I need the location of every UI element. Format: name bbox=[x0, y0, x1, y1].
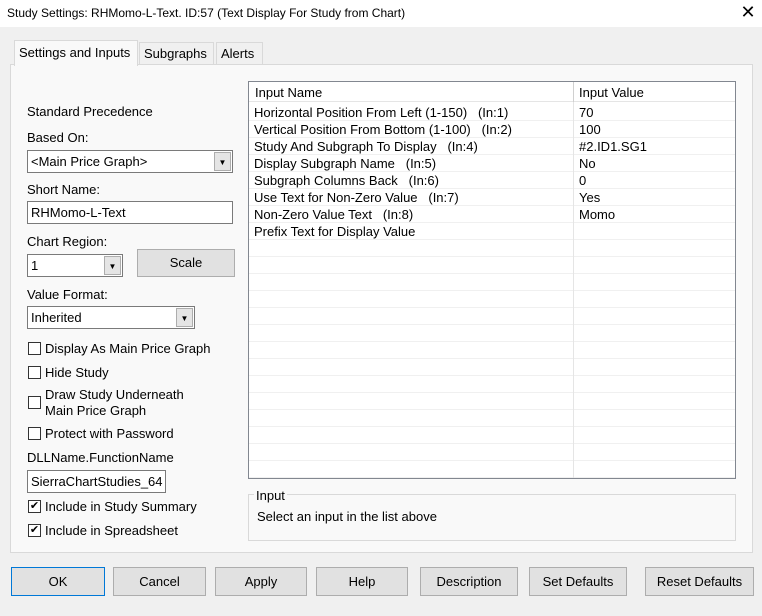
inputs-table[interactable]: Input Name Input Value Horizontal Positi… bbox=[248, 81, 736, 479]
based-on-value: <Main Price Graph> bbox=[31, 154, 148, 169]
chevron-down-icon[interactable]: ▼ bbox=[214, 152, 231, 171]
value-format-label: Value Format: bbox=[27, 287, 108, 302]
tab-alerts[interactable]: Alerts bbox=[216, 42, 263, 65]
draw-study-underneath-checkbox[interactable] bbox=[28, 396, 41, 409]
table-row[interactable]: Subgraph Columns Back (In:6) 0 bbox=[249, 172, 735, 189]
column-header-input-name[interactable]: Input Name bbox=[255, 85, 322, 100]
ok-button[interactable]: OK bbox=[11, 567, 105, 596]
include-in-spreadsheet-label: Include in Spreadsheet bbox=[45, 523, 178, 538]
reset-defaults-button[interactable]: Reset Defaults bbox=[645, 567, 754, 596]
table-row[interactable]: Use Text for Non-Zero Value (In:7) Yes bbox=[249, 189, 735, 206]
draw-study-underneath-label-2: Main Price Graph bbox=[45, 403, 147, 418]
input-name-cell: Subgraph Columns Back (In:6) bbox=[254, 173, 439, 188]
chart-region-select[interactable]: 1 ▼ bbox=[27, 254, 123, 277]
dll-name-label: DLLName.FunctionName bbox=[27, 450, 174, 465]
standard-precedence-label: Standard Precedence bbox=[27, 104, 153, 119]
window-title: Study Settings: RHMomo-L-Text. ID:57 (Te… bbox=[7, 6, 406, 20]
based-on-select[interactable]: <Main Price Graph> ▼ bbox=[27, 150, 233, 173]
input-name-cell: Non-Zero Value Text (In:8) bbox=[254, 207, 414, 222]
chart-region-label: Chart Region: bbox=[27, 234, 108, 249]
table-row[interactable] bbox=[249, 359, 735, 376]
input-name-cell: Study And Subgraph To Display (In:4) bbox=[254, 139, 478, 154]
input-value-cell[interactable]: No bbox=[579, 156, 596, 171]
hide-study-label: Hide Study bbox=[45, 365, 109, 380]
input-value-cell[interactable]: 0 bbox=[579, 173, 586, 188]
table-row[interactable] bbox=[249, 308, 735, 325]
input-description-text: Select an input in the list above bbox=[257, 509, 437, 524]
include-in-study-summary-checkbox[interactable]: ✔ bbox=[28, 500, 41, 513]
table-row[interactable] bbox=[249, 257, 735, 274]
table-row[interactable]: Study And Subgraph To Display (In:4) #2.I… bbox=[249, 138, 735, 155]
table-row[interactable] bbox=[249, 444, 735, 461]
input-value-cell[interactable]: Momo bbox=[579, 207, 615, 222]
description-button[interactable]: Description bbox=[420, 567, 518, 596]
short-name-input[interactable]: RHMomo-L-Text bbox=[27, 201, 233, 224]
display-as-main-price-graph-label: Display As Main Price Graph bbox=[45, 341, 211, 356]
table-header: Input Name Input Value bbox=[249, 82, 735, 102]
value-format-select[interactable]: Inherited ▼ bbox=[27, 306, 195, 329]
chevron-down-icon[interactable]: ▼ bbox=[104, 256, 121, 275]
scale-button[interactable]: Scale bbox=[137, 249, 235, 277]
value-format-value: Inherited bbox=[31, 310, 82, 325]
protect-with-password-checkbox[interactable] bbox=[28, 427, 41, 440]
dll-name-input[interactable]: SierraChartStudies_64 bbox=[27, 470, 166, 493]
cancel-button[interactable]: Cancel bbox=[113, 567, 206, 596]
include-in-spreadsheet-checkbox[interactable]: ✔ bbox=[28, 524, 41, 537]
table-row[interactable] bbox=[249, 410, 735, 427]
chevron-down-icon[interactable]: ▼ bbox=[176, 308, 193, 327]
input-name-cell: Horizontal Position From Left (1-150) (I… bbox=[254, 105, 509, 120]
set-defaults-button[interactable]: Set Defaults bbox=[529, 567, 627, 596]
input-value-cell[interactable]: 100 bbox=[579, 122, 601, 137]
table-row[interactable]: Prefix Text for Display Value bbox=[249, 223, 735, 240]
table-row[interactable] bbox=[249, 376, 735, 393]
table-row[interactable] bbox=[249, 325, 735, 342]
table-row[interactable] bbox=[249, 393, 735, 410]
table-row[interactable]: Horizontal Position From Left (1-150) (I… bbox=[249, 104, 735, 121]
input-name-cell: Display Subgraph Name (In:5) bbox=[254, 156, 437, 171]
tab-subgraphs[interactable]: Subgraphs bbox=[139, 42, 214, 65]
display-as-main-price-graph-checkbox[interactable] bbox=[28, 342, 41, 355]
input-group-title: Input bbox=[254, 488, 287, 503]
input-name-cell: Prefix Text for Display Value bbox=[254, 224, 416, 239]
chart-region-value: 1 bbox=[31, 258, 39, 273]
tab-settings-and-inputs[interactable]: Settings and Inputs bbox=[14, 40, 138, 66]
based-on-label: Based On: bbox=[27, 130, 89, 145]
table-row[interactable] bbox=[249, 240, 735, 257]
input-name-cell: Use Text for Non-Zero Value (In:7) bbox=[254, 190, 459, 205]
title-bar: Study Settings: RHMomo-L-Text. ID:57 (Te… bbox=[0, 0, 762, 27]
table-row[interactable] bbox=[249, 461, 735, 478]
input-value-cell[interactable]: 70 bbox=[579, 105, 593, 120]
table-row[interactable]: Display Subgraph Name (In:5) No bbox=[249, 155, 735, 172]
input-value-cell[interactable]: Yes bbox=[579, 190, 600, 205]
input-name-cell: Vertical Position From Bottom (1-100) (I… bbox=[254, 122, 512, 137]
table-row[interactable]: Vertical Position From Bottom (1-100) (I… bbox=[249, 121, 735, 138]
table-row[interactable] bbox=[249, 427, 735, 444]
short-name-label: Short Name: bbox=[27, 182, 100, 197]
column-header-input-value[interactable]: Input Value bbox=[579, 85, 644, 100]
apply-button[interactable]: Apply bbox=[215, 567, 307, 596]
protect-with-password-label: Protect with Password bbox=[45, 426, 174, 441]
table-row[interactable] bbox=[249, 274, 735, 291]
close-icon[interactable]: ✕ bbox=[738, 2, 758, 23]
input-value-cell[interactable]: #2.ID1.SG1 bbox=[579, 139, 647, 154]
include-in-study-summary-label: Include in Study Summary bbox=[45, 499, 197, 514]
table-row[interactable]: Non-Zero Value Text (In:8) Momo bbox=[249, 206, 735, 223]
table-row[interactable] bbox=[249, 342, 735, 359]
table-row[interactable] bbox=[249, 291, 735, 308]
draw-study-underneath-label: Draw Study Underneath bbox=[45, 387, 184, 402]
hide-study-checkbox[interactable] bbox=[28, 366, 41, 379]
help-button[interactable]: Help bbox=[316, 567, 408, 596]
